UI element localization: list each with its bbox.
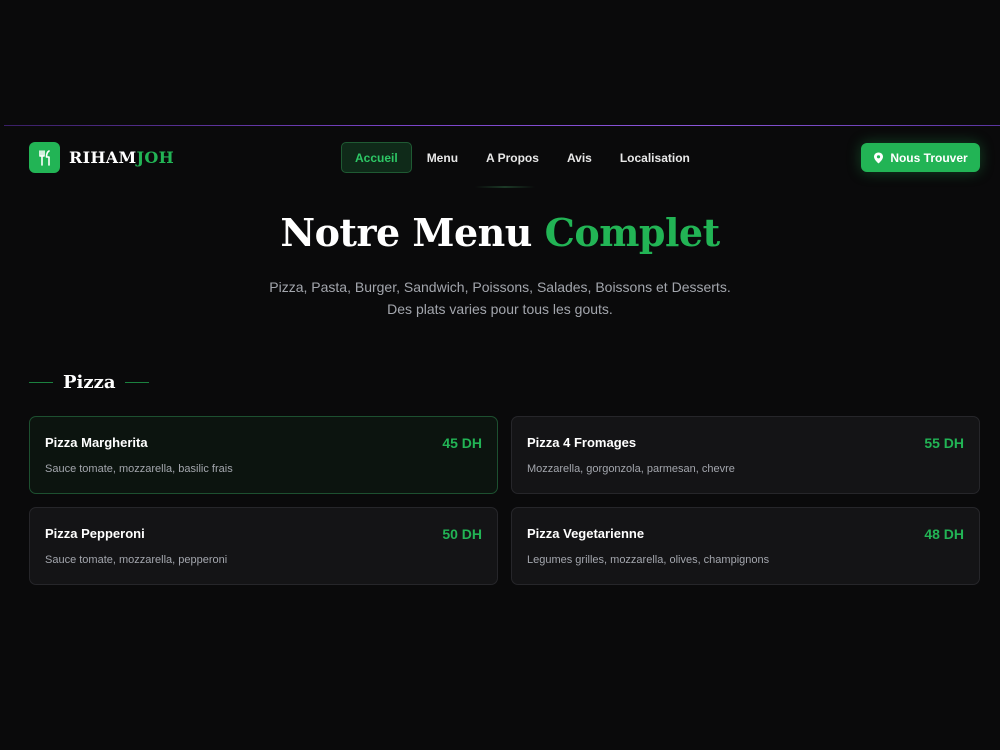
menu-item-price: 45 DH (442, 435, 482, 451)
map-pin-icon (873, 152, 884, 164)
menu-item-name: Pizza Pepperoni (45, 526, 145, 541)
menu-item-name: Pizza Margherita (45, 435, 148, 450)
find-us-button[interactable]: Nous Trouver (861, 143, 980, 172)
subtitle-line-1: Pizza, Pasta, Burger, Sandwich, Poissons… (269, 279, 731, 295)
nav-link-menu[interactable]: Menu (414, 142, 471, 173)
section-heading-line-left (29, 382, 53, 383)
utensils-icon (29, 142, 60, 173)
page-title-green: Complet (544, 210, 721, 255)
menu-item-description: Mozzarella, gorgonzola, parmesan, chevre (527, 463, 735, 475)
nav-link-a-propos[interactable]: A Propos (473, 142, 552, 173)
menu-item-price: 55 DH (924, 435, 964, 451)
nav-links: Accueil Menu A Propos Avis Localisation (341, 142, 705, 173)
find-us-label: Nous Trouver (890, 150, 968, 165)
menu-item-price: 48 DH (924, 526, 964, 542)
menu-item-description: Sauce tomate, mozzarella, pepperoni (45, 554, 228, 566)
menu-item-description: Legumes grilles, mozzarella, olives, cha… (527, 554, 770, 566)
nav-link-localisation[interactable]: Localisation (607, 142, 703, 173)
section-heading-pizza: Pizza (29, 372, 150, 393)
menu-item-description: Sauce tomate, mozzarella, basilic frais (45, 463, 233, 475)
brand-name-part1: RIHAM (69, 148, 137, 167)
nav-link-accueil[interactable]: Accueil (341, 142, 412, 173)
empty-top-area (0, 0, 1000, 125)
navbar: RIHAMJOH Accueil Menu A Propos Avis Loca… (0, 126, 1000, 188)
page-subtitle: Pizza, Pasta, Burger, Sandwich, Poissons… (0, 276, 1000, 320)
subtitle-line-2: Des plats varies pour tous les gouts. (387, 301, 613, 317)
page-title-white: Notre Menu (280, 210, 532, 255)
brand-name: RIHAMJOH (69, 148, 174, 167)
nav-link-avis[interactable]: Avis (554, 142, 605, 173)
page-title: Notre Menu Complet (0, 210, 1000, 255)
menu-item-card[interactable]: Pizza Pepperoni 50 DH Sauce tomate, mozz… (29, 507, 498, 585)
menu-item-card[interactable]: Pizza Margherita 45 DH Sauce tomate, moz… (29, 416, 498, 494)
menu-item-name: Pizza 4 Fromages (527, 435, 637, 450)
brand-name-part2: JOH (136, 148, 175, 167)
section-heading-label: Pizza (63, 372, 116, 393)
menu-item-card[interactable]: Pizza 4 Fromages 55 DH Mozzarella, gorgo… (511, 416, 980, 494)
nav-underline (475, 186, 535, 188)
brand-logo[interactable]: RIHAMJOH (29, 142, 174, 173)
section-heading-line-right (125, 382, 150, 383)
menu-item-name: Pizza Vegetarienne (527, 526, 645, 541)
menu-item-card[interactable]: Pizza Vegetarienne 48 DH Legumes grilles… (511, 507, 980, 585)
menu-item-price: 50 DH (442, 526, 482, 542)
